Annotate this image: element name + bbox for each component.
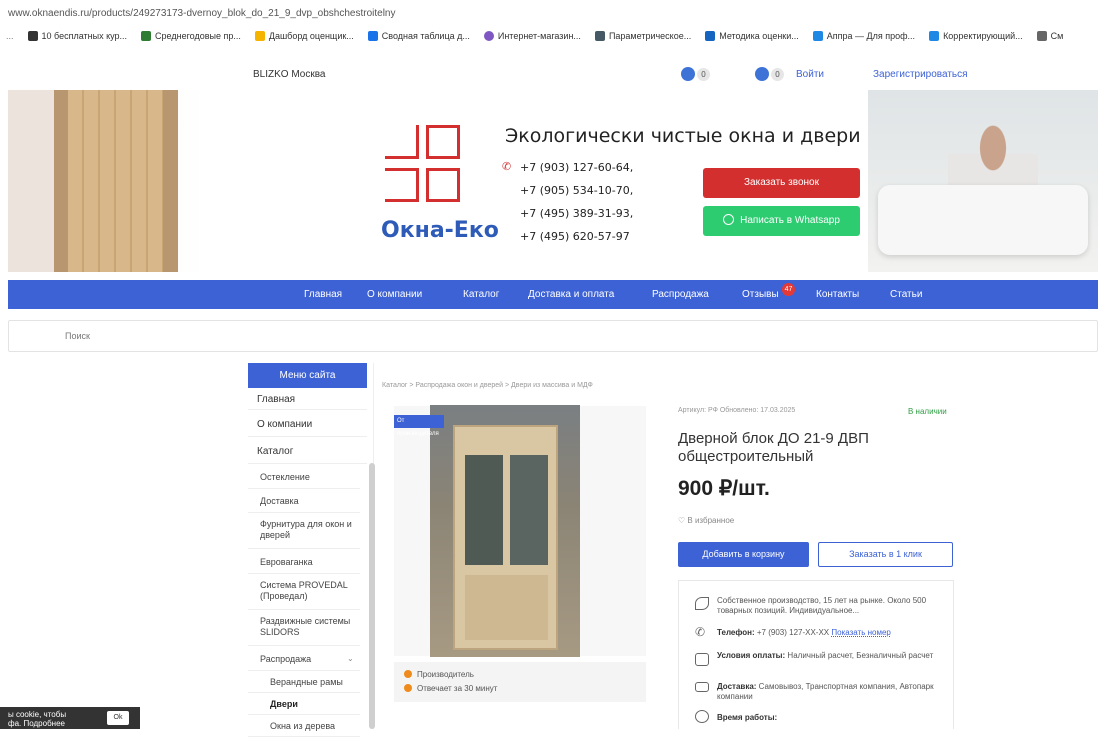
cart-count: 0 [771, 68, 784, 81]
feature-payment: Условия оплаты: Наличный расчет, Безнали… [717, 651, 934, 660]
nav-about[interactable]: О компании [367, 289, 422, 300]
sidebar-sub-item[interactable]: Фурнитура для окон и дверей [248, 513, 360, 549]
bookmark-icon [141, 31, 152, 41]
feature-phone: Телефон: +7 (903) 127-XX-XX Показать ном… [717, 628, 891, 637]
wallet-icon [695, 653, 709, 666]
whatsapp-button[interactable]: Написать в Whatsapp [703, 206, 860, 236]
sidebar-sub-sub-item[interactable]: Верандные рамы [248, 671, 360, 693]
sidebar-header[interactable]: Меню сайта [248, 363, 367, 388]
search-input[interactable]: Поиск [8, 320, 1098, 352]
sidebar-menu: Меню сайта Главная О компании Каталог Ос… [248, 363, 375, 737]
maker-badge: От производителя [394, 415, 444, 437]
show-number-link[interactable]: Показать номер [831, 628, 891, 637]
phone-icon: ✆ [695, 625, 706, 639]
bookmark-item[interactable]: См [1036, 31, 1063, 41]
site-logo[interactable]: Окна-Еко [381, 218, 499, 243]
cart-icon[interactable] [755, 67, 769, 81]
bookmark-item[interactable]: Методика оценки... [705, 31, 799, 41]
whatsapp-icon [723, 214, 735, 225]
bookmark-icon [812, 31, 823, 41]
city-selector[interactable]: BLIZKO Москва [253, 69, 326, 80]
reviews-badge: 47 [782, 283, 795, 296]
bookmark-item[interactable]: Среднегодовые пр... [141, 31, 241, 41]
bookmark-item[interactable]: Дашборд оценщик... [254, 31, 354, 41]
bookmark-item[interactable]: 10 бесплатных кур... [27, 31, 127, 41]
slogan: Экологически чистые окна и двери [505, 125, 861, 147]
breadcrumb[interactable]: Каталог > Распродажа окон и дверей > Две… [382, 382, 593, 389]
phone-icon: ✆ [502, 160, 512, 173]
hero-banner: Окна-Еко Экологически чистые окна и двер… [8, 90, 1098, 272]
nav-contacts[interactable]: Контакты [816, 289, 859, 300]
phone-number[interactable]: +7 (903) 127-60-64, [520, 161, 633, 174]
sidebar-sub-item[interactable]: Доставка [248, 489, 360, 513]
phone-number[interactable]: +7 (905) 534-10-70, [520, 184, 633, 197]
bookmarks-bar: ... 10 бесплатных кур... Среднегодовые п… [6, 31, 1064, 41]
bookmark-icon [1036, 31, 1047, 41]
info-line-response: Отвечает за 30 минут [404, 684, 497, 693]
truck-icon [695, 682, 709, 692]
chevron-down-icon: ⌄ [347, 654, 354, 663]
login-link[interactable]: Войти [796, 69, 824, 80]
phone-number[interactable]: +7 (495) 389-31-93, [520, 207, 633, 220]
nav-reviews[interactable]: Отзывы [742, 289, 779, 300]
seller-info-box: Производитель Отвечает за 30 минут [394, 662, 646, 702]
bookmark-item[interactable]: Аппра — Для проф... [812, 31, 915, 41]
bookmark-item[interactable]: Сводная таблица д... [367, 31, 470, 41]
sidebar-sub-item-sale[interactable]: Распродажа ⌄ [248, 646, 360, 671]
bookmark-icon [254, 31, 265, 41]
nav-delivery[interactable]: Доставка и оплата [528, 289, 614, 300]
add-to-cart-button[interactable]: Добавить в корзину [678, 542, 809, 567]
sidebar-sub-item[interactable]: Евроваганка [248, 549, 360, 574]
logo-icon [385, 125, 419, 159]
bookmark-icon [27, 31, 38, 41]
bookmark-icon [929, 31, 940, 41]
main-nav: Главная О компании Каталог Доставка и оп… [8, 280, 1098, 309]
register-link[interactable]: Зарегистрироваться [873, 69, 968, 80]
bookmark-icon [483, 31, 494, 41]
heart-icon: ♡ [678, 516, 688, 525]
product-price: 900 ₽/шт. [678, 477, 770, 500]
clock-icon [695, 710, 709, 723]
info-icon [404, 684, 412, 692]
sidebar-scrollbar[interactable] [369, 463, 375, 729]
info-line-maker: Производитель [404, 670, 474, 679]
sidebar-item-home[interactable]: Главная [248, 388, 367, 410]
nav-catalog[interactable]: Каталог [463, 289, 499, 300]
phone-number[interactable]: +7 (495) 620-57-97 [520, 230, 630, 243]
sidebar-sub-item[interactable]: Система PROVEDAL (Проведал) [248, 574, 360, 610]
info-icon [404, 670, 412, 678]
site-topbar: BLIZKO Москва 0 0 Войти Зарегистрировать… [0, 58, 1105, 90]
sidebar-sub-sub-item[interactable]: Окна из дерева [248, 715, 360, 737]
seller-features: Собственное производство, 15 лет на рынк… [678, 580, 954, 729]
badge-icon [695, 597, 709, 610]
bookmark-item[interactable]: Параметрическое... [594, 31, 691, 41]
url-text: www.oknaendis.ru/products/249273173-dver… [8, 8, 396, 19]
sidebar-item-catalog[interactable]: Каталог [248, 437, 367, 464]
bookmark-icon [367, 31, 378, 41]
product-title: Дверной блок ДО 21-9 ДВП общестроительны… [678, 430, 869, 465]
bookmark-item[interactable]: Интернет-магазин... [483, 31, 581, 41]
bookmark-icon [705, 31, 716, 41]
bookmark-icon [594, 31, 605, 41]
feature-hours: Время работы: [717, 713, 778, 722]
heart-icon[interactable] [681, 67, 695, 81]
nav-articles[interactable]: Статьи [890, 289, 922, 300]
feature-delivery: Доставка: Самовывоз, Транспортная компан… [717, 682, 934, 701]
cookie-ok-button[interactable]: Ok [107, 711, 129, 725]
stock-status: В наличии [908, 407, 947, 416]
nav-home[interactable]: Главная [304, 289, 342, 300]
sidebar-sub-item[interactable]: Раздвижные системы SLIDORS [248, 610, 360, 646]
sidebar-item-about[interactable]: О компании [248, 410, 367, 437]
order-call-button[interactable]: Заказать звонок [703, 168, 860, 198]
favorites-count: 0 [697, 68, 710, 81]
address-bar[interactable]: www.oknaendis.ru/products/249273173-dver… [0, 0, 1105, 26]
feature-about: Собственное производство, 15 лет на рынк… [717, 596, 927, 615]
one-click-order-button[interactable]: Заказать в 1 клик [818, 542, 953, 567]
bookmark-item[interactable]: Корректирующий... [929, 31, 1023, 41]
nav-sale[interactable]: Распродажа [652, 289, 709, 300]
product-meta: Артикул: РФ Обновлено: 17.03.2025 [678, 407, 796, 414]
add-to-favorites[interactable]: ♡ В избранное [678, 516, 734, 525]
sidebar-sub-item[interactable]: Остекление [248, 464, 360, 489]
sidebar-sub-sub-item-active[interactable]: Двери [248, 693, 360, 715]
